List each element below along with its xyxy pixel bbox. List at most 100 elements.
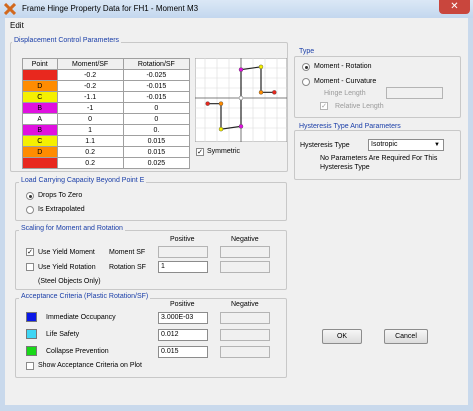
curve-point-c — [218, 126, 224, 132]
rotation-cell[interactable]: 0.015 — [122, 146, 191, 158]
moment-cell[interactable]: -0.2 — [56, 69, 124, 81]
symmetric-checkbox[interactable]: ✓ — [196, 148, 204, 156]
point-cell[interactable]: A — [22, 113, 58, 125]
moment-cell[interactable]: 0 — [56, 113, 124, 125]
menu-edit[interactable]: Edit — [10, 21, 24, 30]
hysteresis-type-label: Hysteresis Type — [300, 142, 350, 149]
acceptance-color-swatch[interactable] — [26, 346, 37, 356]
use-yield-rotation-checkbox[interactable] — [26, 263, 34, 271]
point-cell[interactable]: E — [22, 157, 58, 169]
table-row: C -1.1 -0.015 — [22, 91, 191, 103]
rotation-sf-positive-input[interactable]: 1 — [158, 261, 208, 273]
acceptance-negative-input[interactable] — [220, 329, 270, 341]
point-cell[interactable]: D — [22, 80, 58, 92]
load-capacity-label: Load Carrying Capacity Beyond Point E — [19, 177, 147, 184]
acceptance-label: Acceptance Criteria (Plastic Rotation/SF… — [19, 293, 151, 300]
acceptance-negative-header: Negative — [231, 301, 259, 308]
hinge-length-input[interactable] — [386, 87, 443, 99]
hysteresis-type-select[interactable]: Isotropic ▼ — [368, 139, 444, 151]
hysteresis-note-line2: Hysteresis Type — [320, 164, 370, 171]
rotation-sf-label: Rotation SF — [109, 264, 146, 271]
load-capacity-group — [15, 182, 287, 221]
close-button[interactable]: ✕ — [439, 0, 470, 14]
radio-moment-rotation[interactable] — [302, 63, 310, 71]
acceptance-negative-input[interactable] — [220, 346, 270, 358]
ok-button[interactable]: OK — [322, 329, 362, 344]
radio-is-extrapolated[interactable] — [26, 206, 34, 214]
moment-cell[interactable]: 1.1 — [56, 135, 124, 147]
rotation-cell[interactable]: 0 — [122, 102, 191, 114]
acceptance-row-label: Life Safety — [46, 331, 80, 338]
hinge-curve-plot — [195, 58, 287, 142]
acceptance-positive-input[interactable]: 3.000E-03 — [158, 312, 208, 324]
acceptance-color-swatch[interactable] — [26, 329, 37, 339]
moment-rotation-label: Moment - Rotation — [314, 63, 372, 70]
drops-to-zero-label: Drops To Zero — [38, 192, 83, 199]
moment-cell[interactable]: -0.2 — [56, 80, 124, 92]
rotation-cell[interactable]: 0.025 — [122, 157, 191, 169]
moment-cell[interactable]: -1 — [56, 102, 124, 114]
point-cell[interactable]: C — [22, 91, 58, 103]
point-cell[interactable]: E — [22, 69, 58, 81]
type-label: Type — [297, 48, 317, 55]
acceptance-negative-input[interactable] — [220, 312, 270, 324]
show-criteria-label: Show Acceptance Criteria on Plot — [38, 362, 142, 369]
curve-point-a — [238, 95, 244, 101]
chevron-down-icon: ▼ — [434, 142, 440, 148]
header-point: Point — [22, 58, 58, 70]
curve-point-d — [218, 101, 224, 106]
use-yield-rotation-label: Use Yield Rotation — [38, 264, 96, 271]
relative-length-checkbox[interactable]: ✓ — [320, 102, 328, 110]
hinge-length-label: Hinge Length — [324, 90, 366, 97]
window-title: Frame Hinge Property Data for FH1 - Mome… — [22, 4, 199, 13]
table-row: B 1 0. — [22, 124, 191, 136]
scaling-label: Scaling for Moment and Rotation — [19, 225, 125, 232]
moment-cell[interactable]: 0.2 — [56, 157, 124, 169]
table-row: B -1 0 — [22, 102, 191, 114]
cancel-button[interactable]: Cancel — [384, 329, 428, 344]
table-row: C 1.1 0.015 — [22, 135, 191, 147]
moment-sf-negative-input[interactable] — [220, 246, 270, 258]
curve-point-c — [258, 64, 264, 70]
curve-point-b — [238, 124, 244, 129]
rotation-sf-negative-input[interactable] — [220, 261, 270, 273]
point-cell[interactable]: C — [22, 135, 58, 147]
point-cell[interactable]: B — [22, 124, 58, 136]
table-row: E -0.2 -0.025 — [22, 69, 191, 81]
rotation-cell[interactable]: 0. — [122, 124, 191, 136]
radio-moment-curvature[interactable] — [302, 78, 310, 86]
moment-sf-label: Moment SF — [109, 249, 146, 256]
table-header-row: Point Moment/SF Rotation/SF — [22, 58, 191, 70]
radio-drops-to-zero[interactable] — [26, 192, 34, 200]
moment-sf-positive-input[interactable] — [158, 246, 208, 258]
relative-length-label: Relative Length — [335, 103, 384, 110]
header-rotation: Rotation/SF — [122, 58, 191, 70]
acceptance-color-swatch[interactable] — [26, 312, 37, 322]
rotation-cell[interactable]: -0.015 — [122, 80, 191, 92]
hysteresis-selected-value: Isotropic — [371, 141, 398, 148]
curve-point-e — [205, 101, 210, 106]
rotation-cell[interactable]: 0.015 — [122, 135, 191, 147]
curve-point-b — [238, 67, 244, 72]
displacement-table: Point Moment/SF Rotation/SF E -0.2 -0.025 D… — [22, 58, 191, 169]
rotation-cell[interactable]: -0.025 — [122, 69, 191, 81]
steel-note: (Steel Objects Only) — [38, 278, 101, 285]
symmetric-label: Symmetric — [207, 148, 241, 155]
acceptance-positive-input[interactable]: 0.015 — [158, 346, 208, 358]
rotation-cell[interactable]: -0.015 — [122, 91, 191, 103]
scaling-positive-header: Positive — [170, 236, 195, 243]
point-cell[interactable]: B — [22, 102, 58, 114]
curve-point-e — [272, 90, 277, 95]
acceptance-positive-input[interactable]: 0.012 — [158, 329, 208, 341]
hysteresis-note-line1: No Parameters Are Required For This — [320, 155, 438, 162]
rotation-cell[interactable]: 0 — [122, 113, 191, 125]
use-yield-moment-checkbox[interactable]: ✓ — [26, 248, 34, 256]
moment-cell[interactable]: 1 — [56, 124, 124, 136]
scaling-negative-header: Negative — [231, 236, 259, 243]
use-yield-moment-label: Use Yield Moment — [38, 249, 95, 256]
acceptance-row-label: Immediate Occupancy — [46, 314, 116, 321]
show-criteria-checkbox[interactable] — [26, 362, 34, 370]
moment-cell[interactable]: 0.2 — [56, 146, 124, 158]
point-cell[interactable]: D — [22, 146, 58, 158]
moment-cell[interactable]: -1.1 — [56, 91, 124, 103]
